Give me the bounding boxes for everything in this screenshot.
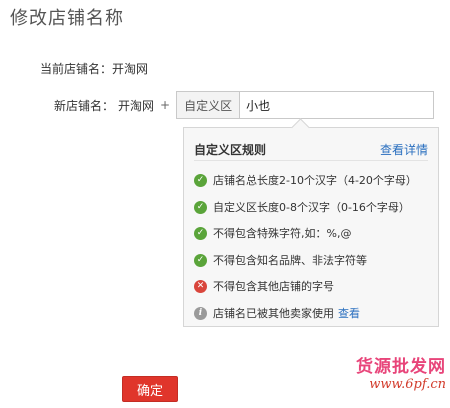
check-icon: ✓ <box>194 226 207 240</box>
rule-text: 自定义区长度0-8个汉字（0-16个字母） <box>213 201 410 214</box>
watermark-text: 货源批发网 <box>356 357 446 377</box>
panel-pointer <box>291 118 310 137</box>
view-details-link[interactable]: 查看详情 <box>380 141 428 158</box>
custom-name-field: 自定义区 <box>176 91 435 119</box>
current-name-value: 开淘网 <box>112 62 149 76</box>
rule-item: i 店铺名已被其他卖家使用 查看 <box>194 305 360 321</box>
rule-item: ✓ 店铺名总长度2-10个汉字（4-20个字母） <box>194 172 417 188</box>
rules-title: 自定义区规则 <box>194 142 267 157</box>
name-prefix: 开淘网 <box>118 98 155 113</box>
new-shop-name-row: 新店铺名： 开淘网 + 自定义区 <box>54 91 435 119</box>
current-shop-name: 当前店铺名：开淘网 <box>40 60 148 77</box>
info-icon: i <box>194 306 207 320</box>
plus-sign: + <box>160 98 171 112</box>
confirm-button[interactable]: 确定 <box>122 376 178 402</box>
rule-item: ✓ 自定义区长度0-8个汉字（0-16个字母） <box>194 199 410 215</box>
page-title: 修改店铺名称 <box>10 8 124 29</box>
watermark: 货源批发网 www.6pf.cn <box>330 352 446 392</box>
rules-panel: 自定义区规则 查看详情 ✓ 店铺名总长度2-10个汉字（4-20个字母） ✓ 自… <box>183 118 439 327</box>
new-name-label: 新店铺名： <box>54 98 115 113</box>
rule-item: ✓ 不得包含特殊字符,如：%,@ <box>194 225 351 241</box>
rule-item: ✓ 不得包含知名品牌、非法字符等 <box>194 252 367 268</box>
rule-text: 不得包含其他店铺的字号 <box>213 280 334 293</box>
check-icon: ✓ <box>194 200 207 214</box>
check-icon: ✓ <box>194 253 207 267</box>
view-link[interactable]: 查看 <box>338 305 360 321</box>
check-icon: ✓ <box>194 173 207 187</box>
watermark-url: www.6pf.cn <box>369 377 446 392</box>
rule-text: 不得包含特殊字符,如：%,@ <box>213 227 352 240</box>
rule-item: ✕ 不得包含其他店铺的字号 <box>194 278 334 294</box>
rule-text: 不得包含知名品牌、非法字符等 <box>213 254 367 267</box>
rule-text: 店铺名总长度2-10个汉字（4-20个字母） <box>213 174 417 187</box>
rule-text: 店铺名已被其他卖家使用 <box>213 307 334 320</box>
custom-area-label: 自定义区 <box>177 92 241 118</box>
custom-name-input[interactable] <box>240 92 434 118</box>
rules-header: 自定义区规则 查看详情 <box>194 138 428 161</box>
current-name-label: 当前店铺名： <box>40 62 113 76</box>
error-icon: ✕ <box>194 279 207 293</box>
